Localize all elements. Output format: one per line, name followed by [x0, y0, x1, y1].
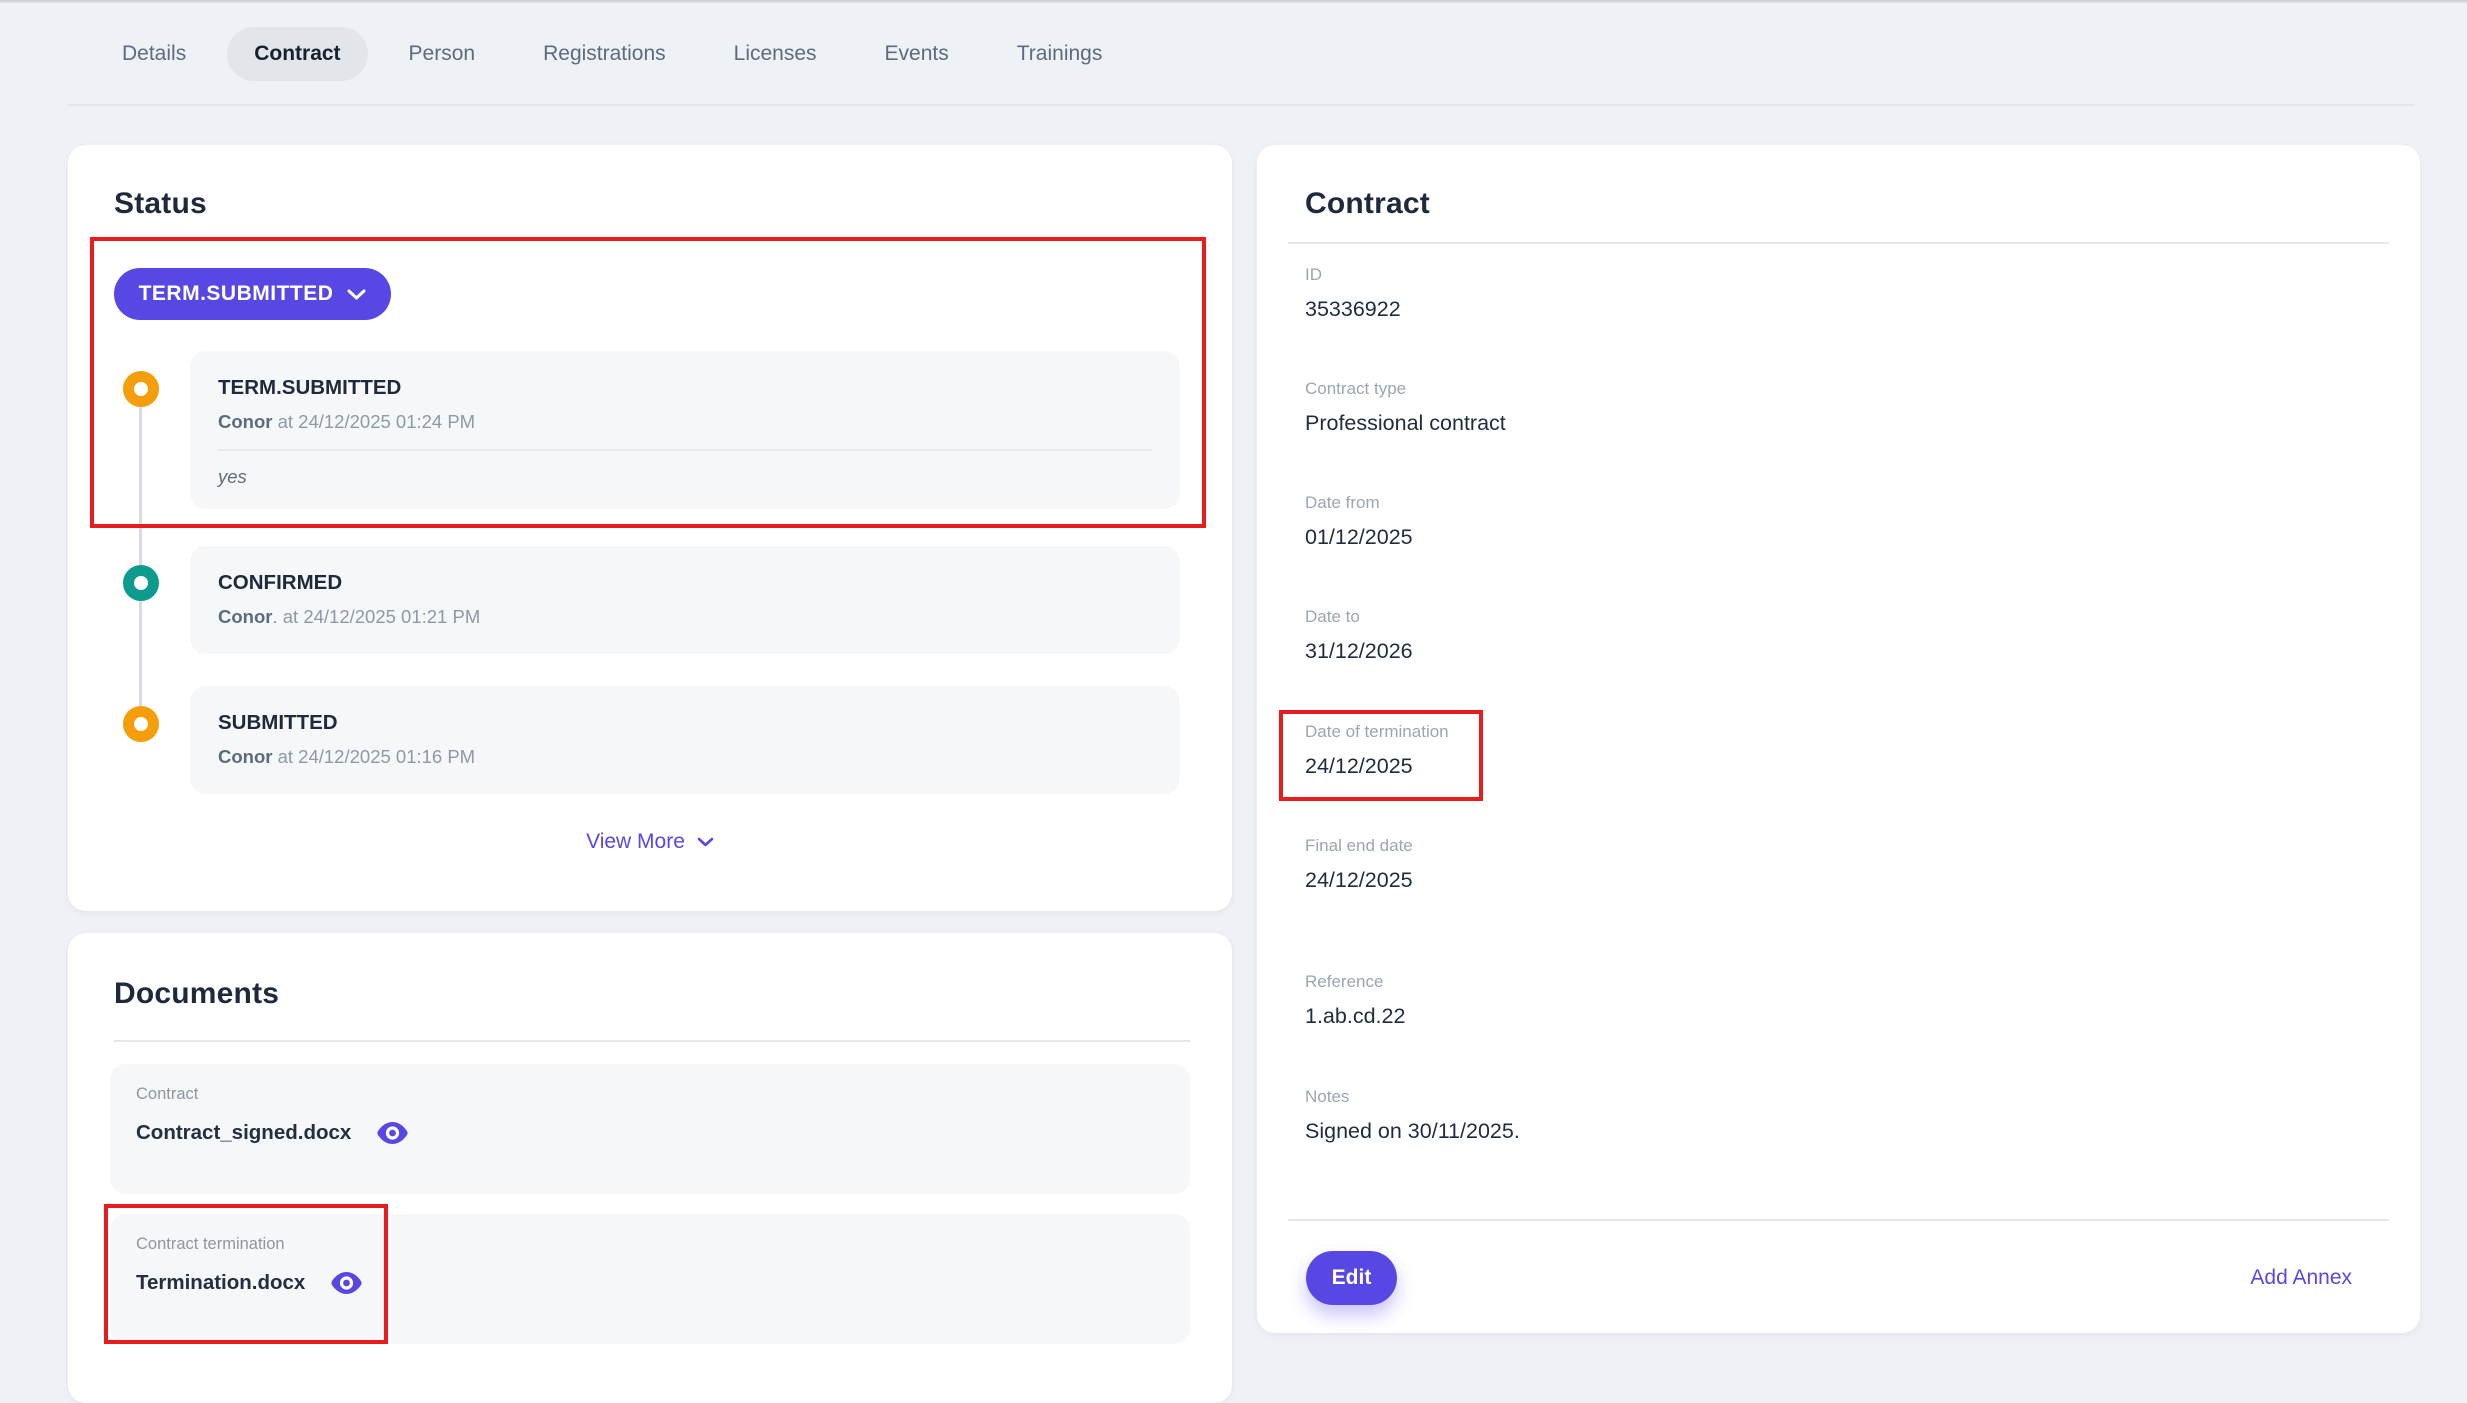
tab-contract[interactable]: Contract: [227, 27, 367, 81]
timeline-entry-confirmed: CONFIRMED Conor. at 24/12/2025 01:21 PM: [190, 546, 1180, 654]
field-label: Reference: [1305, 970, 1405, 994]
field-value: 31/12/2026: [1305, 637, 1413, 665]
chevron-down-icon: [697, 837, 714, 847]
field-contract-type: Contract type Professional contract: [1305, 377, 1506, 437]
document-type-label: Contract termination: [136, 1235, 1164, 1254]
timeline-entry-user: Conor: [218, 606, 272, 627]
field-value: 24/12/2025: [1305, 752, 1449, 780]
timeline-entry-user: Conor: [218, 746, 272, 767]
field-value: Signed on 30/11/2025.: [1305, 1117, 1520, 1145]
view-more-label: View More: [586, 830, 685, 854]
field-value: Professional contract: [1305, 409, 1506, 437]
document-item-contract-termination: Contract termination Termination.docx: [110, 1214, 1190, 1344]
field-label: ID: [1305, 263, 1401, 287]
field-label: Date of termination: [1305, 720, 1449, 744]
timeline-dot-term-submitted: [123, 371, 159, 407]
tab-registrations[interactable]: Registrations: [516, 27, 693, 81]
tab-licenses[interactable]: Licenses: [707, 27, 844, 81]
field-label: Final end date: [1305, 834, 1413, 858]
field-final-end-date: Final end date 24/12/2025: [1305, 834, 1413, 894]
tab-person[interactable]: Person: [382, 27, 503, 81]
timeline-entry-timestamp: . at 24/12/2025 01:21 PM: [272, 606, 480, 627]
tab-events[interactable]: Events: [858, 27, 976, 81]
view-document-button[interactable]: [377, 1122, 408, 1144]
documents-divider: [114, 1040, 1190, 1042]
timeline-dot-submitted: [123, 706, 159, 742]
timeline-entry-submitted: SUBMITTED Conor at 24/12/2025 01:16 PM: [190, 686, 1180, 794]
timeline-entry-term-submitted: TERM.SUBMITTED Conor at 24/12/2025 01:24…: [190, 351, 1180, 509]
field-notes: Notes Signed on 30/11/2025.: [1305, 1085, 1520, 1145]
timeline-entry-meta: Conor. at 24/12/2025 01:21 PM: [218, 606, 1152, 628]
tab-trainings[interactable]: Trainings: [990, 27, 1130, 81]
contract-card: Contract ID 35336922 Contract type Profe…: [1257, 145, 2420, 1333]
view-more-button[interactable]: View More: [68, 830, 1232, 854]
field-id: ID 35336922: [1305, 263, 1401, 323]
field-date-from: Date from 01/12/2025: [1305, 491, 1413, 551]
timeline-entry-timestamp: at 24/12/2025 01:24 PM: [272, 411, 475, 432]
timeline-dot-confirmed: [123, 565, 159, 601]
timeline-entry-title: CONFIRMED: [218, 571, 1152, 595]
field-value: 24/12/2025: [1305, 866, 1413, 894]
timeline-entry-title: SUBMITTED: [218, 711, 1152, 735]
status-card: Status TERM.SUBMITTED TERM.SUBMITTED Con…: [68, 145, 1232, 911]
documents-card: Documents Contract Contract_signed.docx …: [68, 933, 1232, 1403]
document-type-label: Contract: [136, 1085, 1164, 1104]
add-annex-link[interactable]: Add Annex: [2250, 1266, 2352, 1290]
timeline-entry-divider: [218, 449, 1152, 451]
field-label: Notes: [1305, 1085, 1520, 1109]
field-date-of-termination: Date of termination 24/12/2025: [1305, 720, 1449, 780]
timeline-entry-timestamp: at 24/12/2025 01:16 PM: [272, 746, 475, 767]
field-label: Date to: [1305, 605, 1413, 629]
field-date-to: Date to 31/12/2026: [1305, 605, 1413, 665]
eye-icon: [331, 1272, 362, 1294]
field-value: 35336922: [1305, 295, 1401, 323]
tab-bar-divider: [68, 104, 2414, 106]
timeline-entry-meta: Conor at 24/12/2025 01:24 PM: [218, 411, 1152, 433]
field-value: 01/12/2025: [1305, 523, 1413, 551]
view-document-button[interactable]: [331, 1272, 362, 1294]
timeline-connector: [139, 389, 142, 725]
contract-divider-bottom: [1288, 1219, 2389, 1221]
document-item-contract: Contract Contract_signed.docx: [110, 1064, 1190, 1194]
contract-divider-top: [1288, 242, 2389, 244]
field-label: Date from: [1305, 491, 1413, 515]
timeline-entry-meta: Conor at 24/12/2025 01:16 PM: [218, 746, 1152, 768]
contract-card-title: Contract: [1305, 187, 1430, 221]
tab-bar: Details Contract Person Registrations Li…: [0, 3, 2467, 104]
tab-details[interactable]: Details: [95, 27, 213, 81]
document-filename: Termination.docx: [136, 1271, 305, 1295]
field-label: Contract type: [1305, 377, 1506, 401]
eye-icon: [377, 1122, 408, 1144]
chevron-down-icon: [347, 289, 366, 300]
field-value: 1.ab.cd.22: [1305, 1002, 1405, 1030]
field-reference: Reference 1.ab.cd.22: [1305, 970, 1405, 1030]
edit-button[interactable]: Edit: [1306, 1251, 1397, 1305]
status-card-title: Status: [114, 187, 207, 221]
current-status-label: TERM.SUBMITTED: [139, 282, 334, 306]
timeline-entry-title: TERM.SUBMITTED: [218, 376, 1152, 400]
timeline-entry-note: yes: [218, 466, 1152, 488]
document-filename: Contract_signed.docx: [136, 1121, 351, 1145]
timeline-entry-user: Conor: [218, 411, 272, 432]
documents-card-title: Documents: [114, 977, 279, 1011]
status-dropdown-button[interactable]: TERM.SUBMITTED: [114, 268, 391, 320]
